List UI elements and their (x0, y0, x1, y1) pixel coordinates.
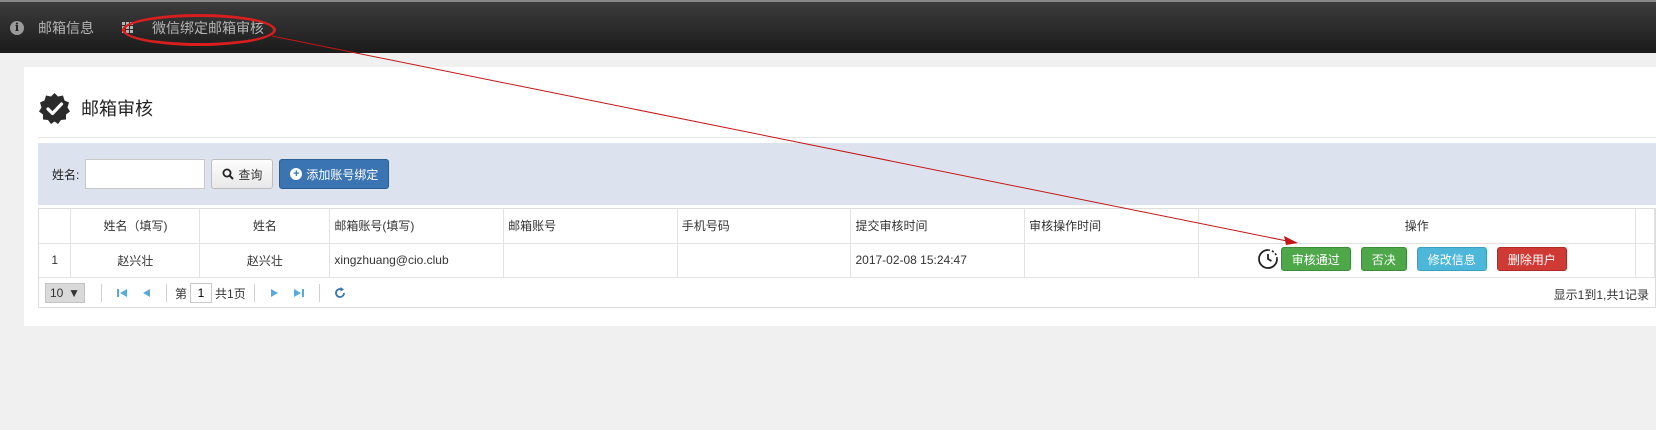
tab-email-info[interactable]: i 邮箱信息 (10, 2, 94, 53)
cell-review-time (1024, 243, 1199, 278)
search-bar: 姓名: 查询 + 添加账号绑定 (38, 143, 1656, 205)
name-search-input[interactable] (85, 159, 206, 189)
divider (38, 137, 1656, 138)
prev-page-icon[interactable] (139, 286, 153, 300)
add-account-binding-button[interactable]: + 添加账号绑定 (279, 159, 390, 189)
annotation-ellipse (122, 14, 276, 46)
column-header[interactable]: 提交审核时间 (850, 209, 1026, 244)
last-page-icon[interactable] (292, 286, 306, 300)
column-header[interactable]: 姓名 (199, 209, 331, 244)
cell-phone (677, 243, 852, 278)
page-prefix: 第 (175, 286, 188, 301)
tab-label: 邮箱信息 (38, 19, 94, 36)
column-header-filler (1635, 209, 1656, 244)
cell-name-filled: 赵兴壮 (70, 243, 201, 278)
row-index: 1 (39, 243, 72, 278)
divider (101, 284, 102, 302)
refresh-icon[interactable] (333, 286, 347, 300)
clock-icon (1257, 249, 1278, 269)
cell-actions: 审核通过 否决 修改信息 删除用户 (1198, 243, 1636, 278)
reject-button[interactable]: 否决 (1360, 247, 1407, 271)
record-summary: 显示1到1,共1记录 (1553, 288, 1649, 302)
divider (318, 284, 320, 302)
review-table: 姓名（填写) 姓名 邮箱账号(填写) 邮箱账号 手机号码 提交审核时间 审核操作… (38, 208, 1656, 308)
column-header[interactable]: 审核操作时间 (1024, 209, 1199, 244)
query-button[interactable]: 查询 (211, 159, 274, 189)
page-title: 邮箱审核 (38, 91, 153, 125)
info-icon: i (10, 20, 24, 35)
cell-email (503, 243, 678, 278)
column-header (39, 209, 72, 244)
search-icon (222, 168, 235, 180)
divider (253, 284, 255, 302)
cell-submit-time: 2017-02-08 15:24:47 (850, 243, 1026, 278)
cell-email-filled: xingzhuang@cio.club (329, 243, 505, 278)
plus-circle-icon: + (290, 168, 303, 180)
column-header[interactable]: 邮箱账号(填写) (329, 209, 505, 244)
divider (166, 284, 167, 302)
approve-button[interactable]: 审核通过 (1280, 247, 1351, 271)
add-button-label: 添加账号绑定 (306, 167, 379, 182)
page-size-value: 10 (50, 286, 64, 300)
table-header-row: 姓名（填写) 姓名 邮箱账号(填写) 邮箱账号 手机号码 提交审核时间 审核操作… (39, 209, 1656, 244)
table-row: 1 赵兴壮 赵兴壮 xingzhuang@cio.club 2017-02-08… (39, 243, 1656, 278)
top-nav-bar: i 邮箱信息 微信绑定邮箱审核 (0, 0, 1656, 53)
pagination-bar: 10 ▼ 第 共1页 (39, 278, 1655, 308)
first-page-icon[interactable] (115, 286, 129, 300)
page-size-select[interactable]: 10 ▼ (45, 283, 85, 303)
column-header: 操作 (1198, 209, 1636, 244)
check-badge-icon (39, 92, 70, 124)
cell-filler (1635, 243, 1656, 278)
column-header[interactable]: 邮箱账号 (503, 209, 678, 244)
page-number-input[interactable] (190, 283, 213, 303)
cell-name: 赵兴壮 (199, 243, 331, 278)
column-header[interactable]: 手机号码 (677, 209, 852, 244)
edit-info-button[interactable]: 修改信息 (1416, 247, 1487, 271)
name-label: 姓名: (52, 167, 80, 182)
dropdown-arrow-icon: ▼ (68, 286, 80, 300)
delete-user-button[interactable]: 删除用户 (1496, 247, 1567, 271)
main-panel: 邮箱审核 姓名: 查询 + 添加账号绑定 姓名（填写) 姓名 邮箱账号(填写) … (24, 67, 1656, 326)
query-button-label: 查询 (238, 167, 263, 182)
page-title-text: 邮箱审核 (81, 99, 153, 119)
next-page-icon[interactable] (268, 286, 282, 300)
total-pages: 共1页 (215, 286, 246, 301)
column-header[interactable]: 姓名（填写) (70, 209, 201, 244)
